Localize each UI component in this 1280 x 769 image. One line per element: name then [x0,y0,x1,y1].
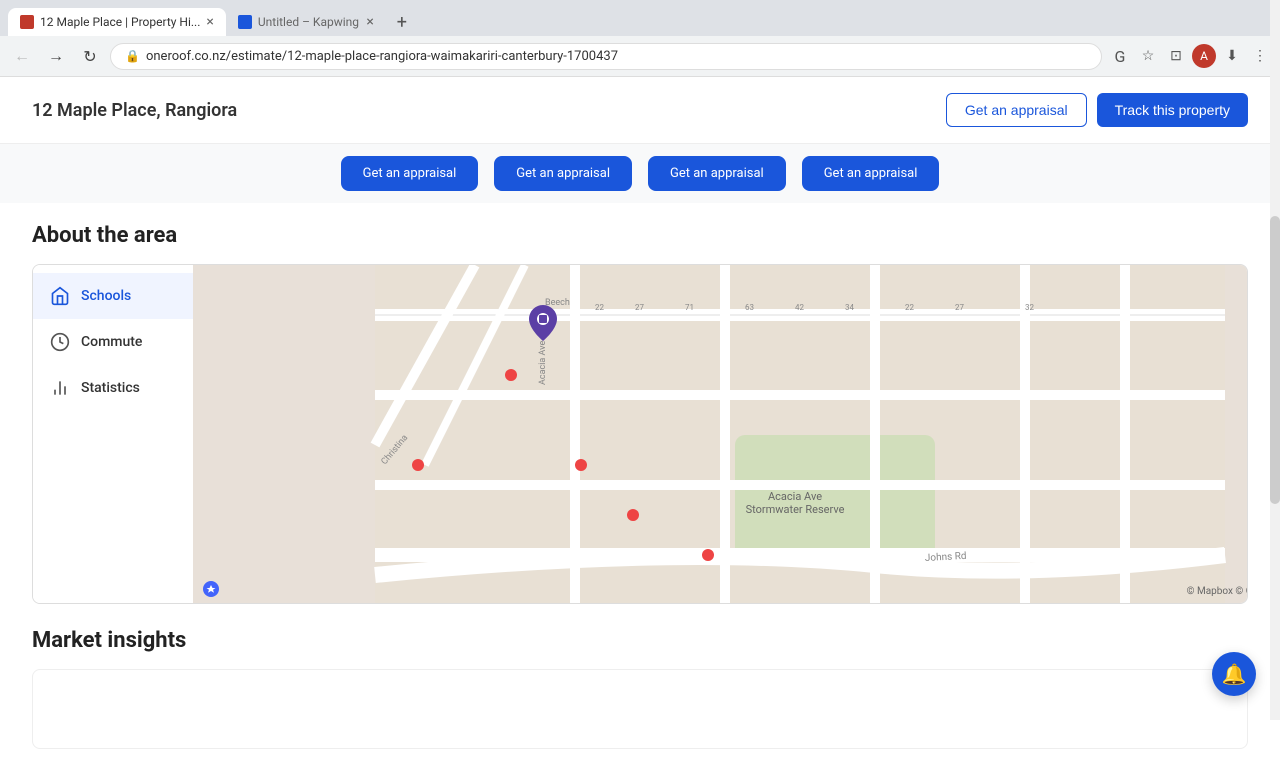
map-streets-svg: Acacia Ave Stormwater Reserve Johns Rd [193,265,1248,604]
map-attribution: © Mapbox © OpenStreetMap Improve this ma… [1187,586,1248,597]
svg-text:27: 27 [955,303,964,312]
menu-icon[interactable]: ⋮ [1248,44,1272,68]
svg-text:22: 22 [905,303,914,312]
main-content: About the area Schools [0,203,1280,769]
svg-text:27: 27 [635,303,644,312]
new-tab-button[interactable]: + [390,10,414,34]
tab-bar: 12 Maple Place | Property Hi... × Untitl… [0,0,1280,36]
sidebar-item-schools[interactable]: Schools [33,273,193,319]
statistics-icon [49,377,71,399]
tab-active[interactable]: 12 Maple Place | Property Hi... × [8,8,226,36]
svg-text:Johns Rd: Johns Rd [925,551,967,564]
property-dot-1[interactable] [505,369,517,381]
svg-text:71: 71 [685,303,694,312]
commute-label: Commute [81,334,142,350]
back-button[interactable]: ← [8,42,36,70]
tab-inactive[interactable]: Untitled – Kapwing × [226,8,386,36]
appraisal-card-4[interactable]: Get an appraisal [802,156,940,191]
appraisal-card-3[interactable]: Get an appraisal [648,156,786,191]
svg-text:32: 32 [1025,303,1034,312]
map-pin-property [529,305,557,345]
top-cards-strip: Get an appraisal Get an appraisal Get an… [0,144,1280,203]
property-dot-3[interactable] [575,459,587,471]
sidebar-item-statistics[interactable]: Statistics [33,365,193,411]
address-bar-row: ← → ↻ 🔒 oneroof.co.nz/estimate/12-maple-… [0,36,1280,76]
svg-text:63: 63 [745,303,754,312]
get-appraisal-button[interactable]: Get an appraisal [946,93,1087,127]
track-property-button[interactable]: Track this property [1097,93,1248,127]
svg-text:Acacia Ave: Acacia Ave [768,490,822,503]
appraisal-card-1[interactable]: Get an appraisal [341,156,479,191]
notification-fab[interactable]: 🔔 [1212,652,1256,696]
browser-chrome: 12 Maple Place | Property Hi... × Untitl… [0,0,1280,77]
property-title: 12 Maple Place, Rangiora [32,100,237,121]
header-buttons: Get an appraisal Track this property [946,93,1248,127]
map-container: Schools Commute [32,264,1248,604]
property-dot-2[interactable] [412,459,424,471]
tab-favicon-2 [238,15,252,29]
extensions-icon[interactable]: ⊡ [1164,44,1188,68]
market-insights-section: Market insights [32,628,1248,749]
svg-text:22: 22 [595,303,604,312]
scrollbar-thumb[interactable] [1270,216,1280,504]
scrollbar-track[interactable] [1270,0,1280,720]
about-area-title: About the area [32,223,1248,248]
property-dot-5[interactable] [702,549,714,561]
market-insights-card [32,669,1248,749]
statistics-label: Statistics [81,380,140,396]
sidebar-item-commute[interactable]: Commute [33,319,193,365]
map-sidebar: Schools Commute [33,265,193,603]
address-bar[interactable]: 🔒 oneroof.co.nz/estimate/12-maple-place-… [110,43,1102,70]
about-area-section: About the area Schools [32,223,1248,604]
appraisal-card-2[interactable]: Get an appraisal [494,156,632,191]
browser-icons: G ☆ ⊡ A ⬇ ⋮ [1108,44,1272,68]
bookmark-icon[interactable]: ☆ [1136,44,1160,68]
url-text: oneroof.co.nz/estimate/12-maple-place-ra… [146,49,1087,64]
tab-close-2[interactable]: × [366,14,373,30]
school-icon [49,285,71,307]
svg-text:Stormwater Reserve: Stormwater Reserve [746,503,845,516]
reload-button[interactable]: ↻ [76,42,104,70]
commute-icon [49,331,71,353]
market-insights-title: Market insights [32,628,1248,653]
svg-text:42: 42 [795,303,804,312]
tab-title-2: Untitled – Kapwing [258,15,359,29]
tab-title-1: 12 Maple Place | Property Hi... [40,15,200,29]
google-icon[interactable]: G [1108,44,1132,68]
property-dot-4[interactable] [627,509,639,521]
download-icon[interactable]: ⬇ [1220,44,1244,68]
map-background[interactable]: Acacia Ave Stormwater Reserve Johns Rd [193,265,1248,604]
forward-button[interactable]: → [42,42,70,70]
tab-close-1[interactable]: × [206,14,213,30]
mapbox-logo [203,581,219,597]
page-header: 12 Maple Place, Rangiora Get an appraisa… [0,77,1280,144]
svg-text:34: 34 [845,303,854,312]
tab-favicon-1 [20,15,34,29]
schools-label: Schools [81,288,131,304]
svg-text:Acacia Ave: Acacia Ave [538,341,548,385]
notification-icon: 🔔 [1222,662,1247,686]
profile-icon[interactable]: A [1192,44,1216,68]
